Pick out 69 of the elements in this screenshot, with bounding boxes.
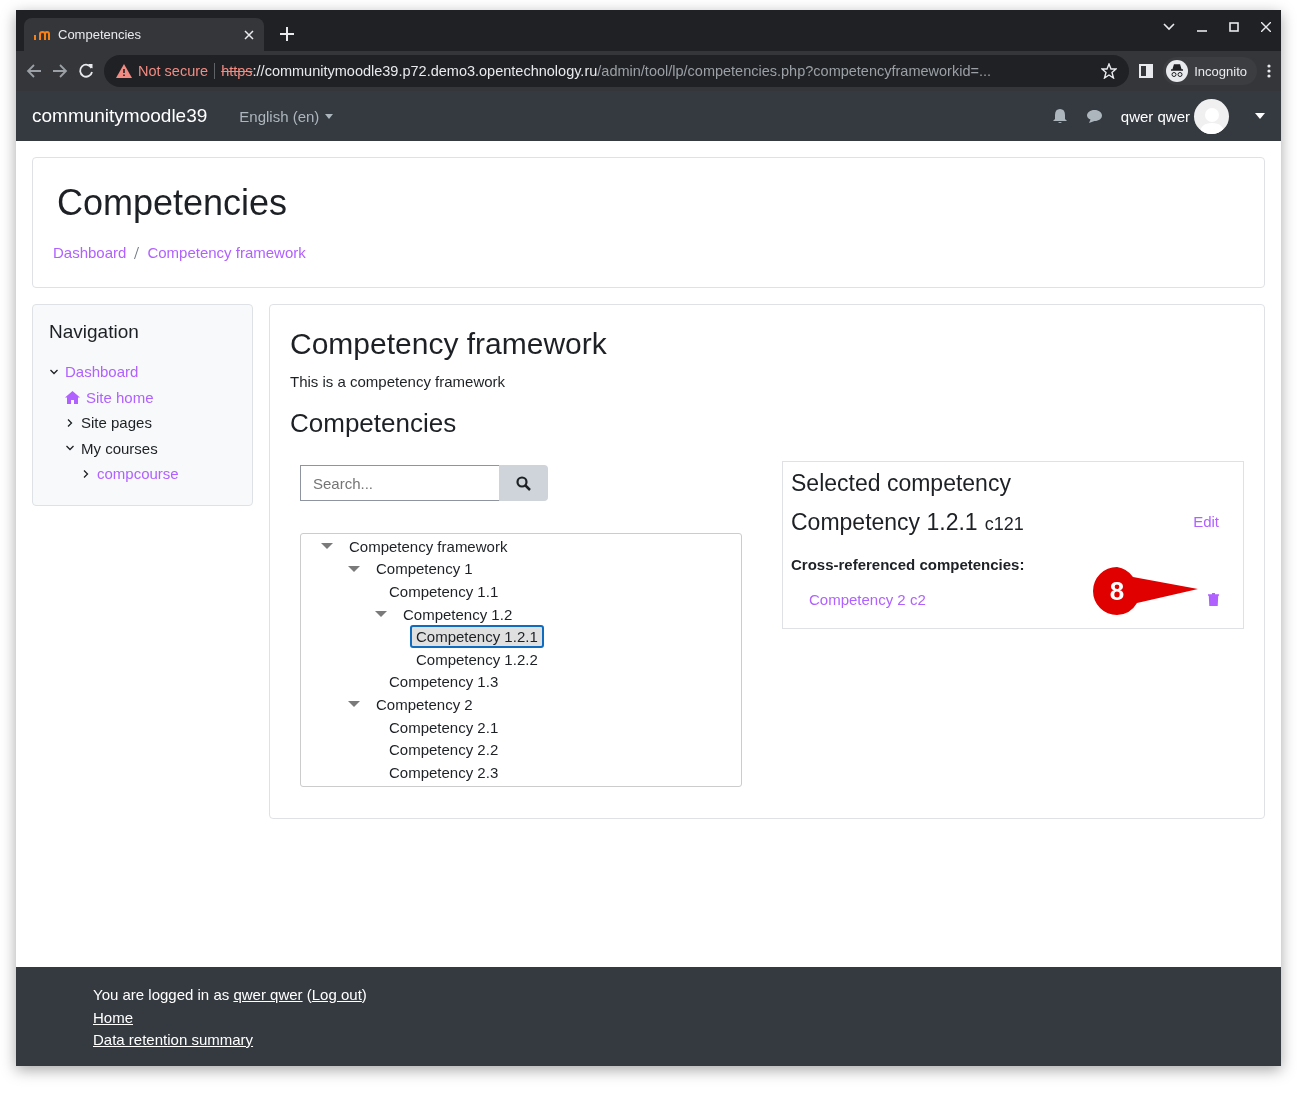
breadcrumb-link[interactable]: Dashboard (53, 244, 127, 261)
framework-description: This is a competency framework (290, 373, 507, 390)
tree-item[interactable]: Competency 2.1 (383, 715, 505, 739)
chat-icon[interactable] (1085, 109, 1103, 123)
breadcrumb-separator-icon (134, 246, 140, 259)
page-title: Competencies (57, 182, 289, 224)
tree-item[interactable]: Competency 1 (370, 557, 479, 581)
home-icon (65, 390, 80, 404)
avatar-icon[interactable] (1194, 98, 1229, 134)
warning-icon (116, 64, 132, 78)
moodle-logo-icon (34, 29, 50, 40)
chevron-right-icon[interactable] (81, 468, 91, 479)
competency-link[interactable]: Competency 2 c2 (809, 591, 926, 608)
chevron-right-icon[interactable] (65, 417, 75, 428)
footer-link[interactable]: Data retention summary (93, 1031, 254, 1048)
tree-item[interactable]: Competency 2.2 (383, 738, 505, 762)
reload-icon[interactable] (78, 63, 94, 79)
language-menu[interactable]: English (en) (233, 106, 340, 126)
edit-link[interactable]: Edit (1193, 513, 1219, 530)
block-title: Navigation (49, 321, 140, 343)
more-icon[interactable] (1267, 64, 1271, 78)
bell-icon[interactable] (1051, 108, 1068, 124)
footer-link[interactable]: qwer qwer (233, 986, 303, 1003)
tree-item[interactable]: Competency 1.2 (397, 602, 519, 626)
panel-title: Selected competency (791, 470, 1012, 497)
tab-title: Competencies (58, 27, 143, 42)
trash-icon[interactable] (1208, 593, 1219, 606)
tree-item[interactable]: Competency 1.1 (383, 580, 505, 603)
caret-icon[interactable] (1255, 113, 1265, 119)
nav-item[interactable]: Site pages (81, 414, 152, 432)
tree-item[interactable]: Competency 2.3 (383, 760, 505, 784)
triangle-down-icon[interactable] (348, 564, 360, 573)
tree-item[interactable]: Competency 1.2.2 (410, 647, 544, 671)
breadcrumb-link[interactable]: Competency framework (147, 244, 306, 261)
maximize-icon[interactable] (1229, 21, 1239, 32)
close-icon[interactable] (244, 29, 254, 40)
caret-icon (325, 113, 334, 119)
side-panel-icon[interactable] (1139, 64, 1154, 78)
login-info: You are logged in as qwer qwer (Log out) (93, 985, 368, 1005)
chevron-down-icon[interactable] (1163, 22, 1175, 31)
address-bar[interactable]: Not secure https://communitymoodle39.p72.demo3.opentechnology.ru/admin/tool/lp/competencies.php?competencyframeworkid=... (104, 55, 1130, 87)
search-field[interactable]: Search... (300, 465, 499, 501)
search-icon (516, 475, 531, 491)
back-icon[interactable] (26, 63, 42, 79)
close-icon[interactable] (1261, 21, 1271, 32)
competency-name: Competency 1.2.1 (791, 509, 978, 536)
cross-reference-label: Cross-referenced competencies: (791, 556, 1026, 573)
framework-title: Competency framework (290, 327, 608, 361)
footer-link[interactable]: Home (93, 1008, 133, 1026)
tree-item[interactable]: Competency framework (343, 534, 514, 558)
new-tab-icon[interactable] (280, 27, 294, 41)
nav-item[interactable]: My courses (81, 439, 158, 457)
incognito-icon (1166, 60, 1189, 82)
user-name[interactable]: qwer qwer (1120, 107, 1190, 125)
triangle-down-icon[interactable] (321, 542, 333, 551)
tree-item[interactable]: Competency 2 (370, 692, 479, 716)
triangle-down-icon[interactable] (348, 700, 360, 709)
site-name[interactable]: communitymoodle39 (32, 105, 208, 127)
tree-item[interactable]: Competency 1.2.1 (410, 625, 544, 649)
search-button[interactable] (499, 465, 548, 501)
profile-button[interactable]: Incognito (1163, 57, 1257, 85)
competency-idnumber: c121 (984, 514, 1024, 535)
forward-icon[interactable] (52, 63, 68, 79)
browser-tab[interactable]: Competencies (24, 18, 264, 51)
tree-item[interactable]: Competency 1.3 (383, 670, 505, 694)
section-heading: Competencies (290, 408, 458, 439)
footer-link[interactable]: Log out (311, 986, 362, 1003)
triangle-down-icon[interactable] (375, 610, 387, 619)
star-icon[interactable] (1101, 63, 1118, 79)
